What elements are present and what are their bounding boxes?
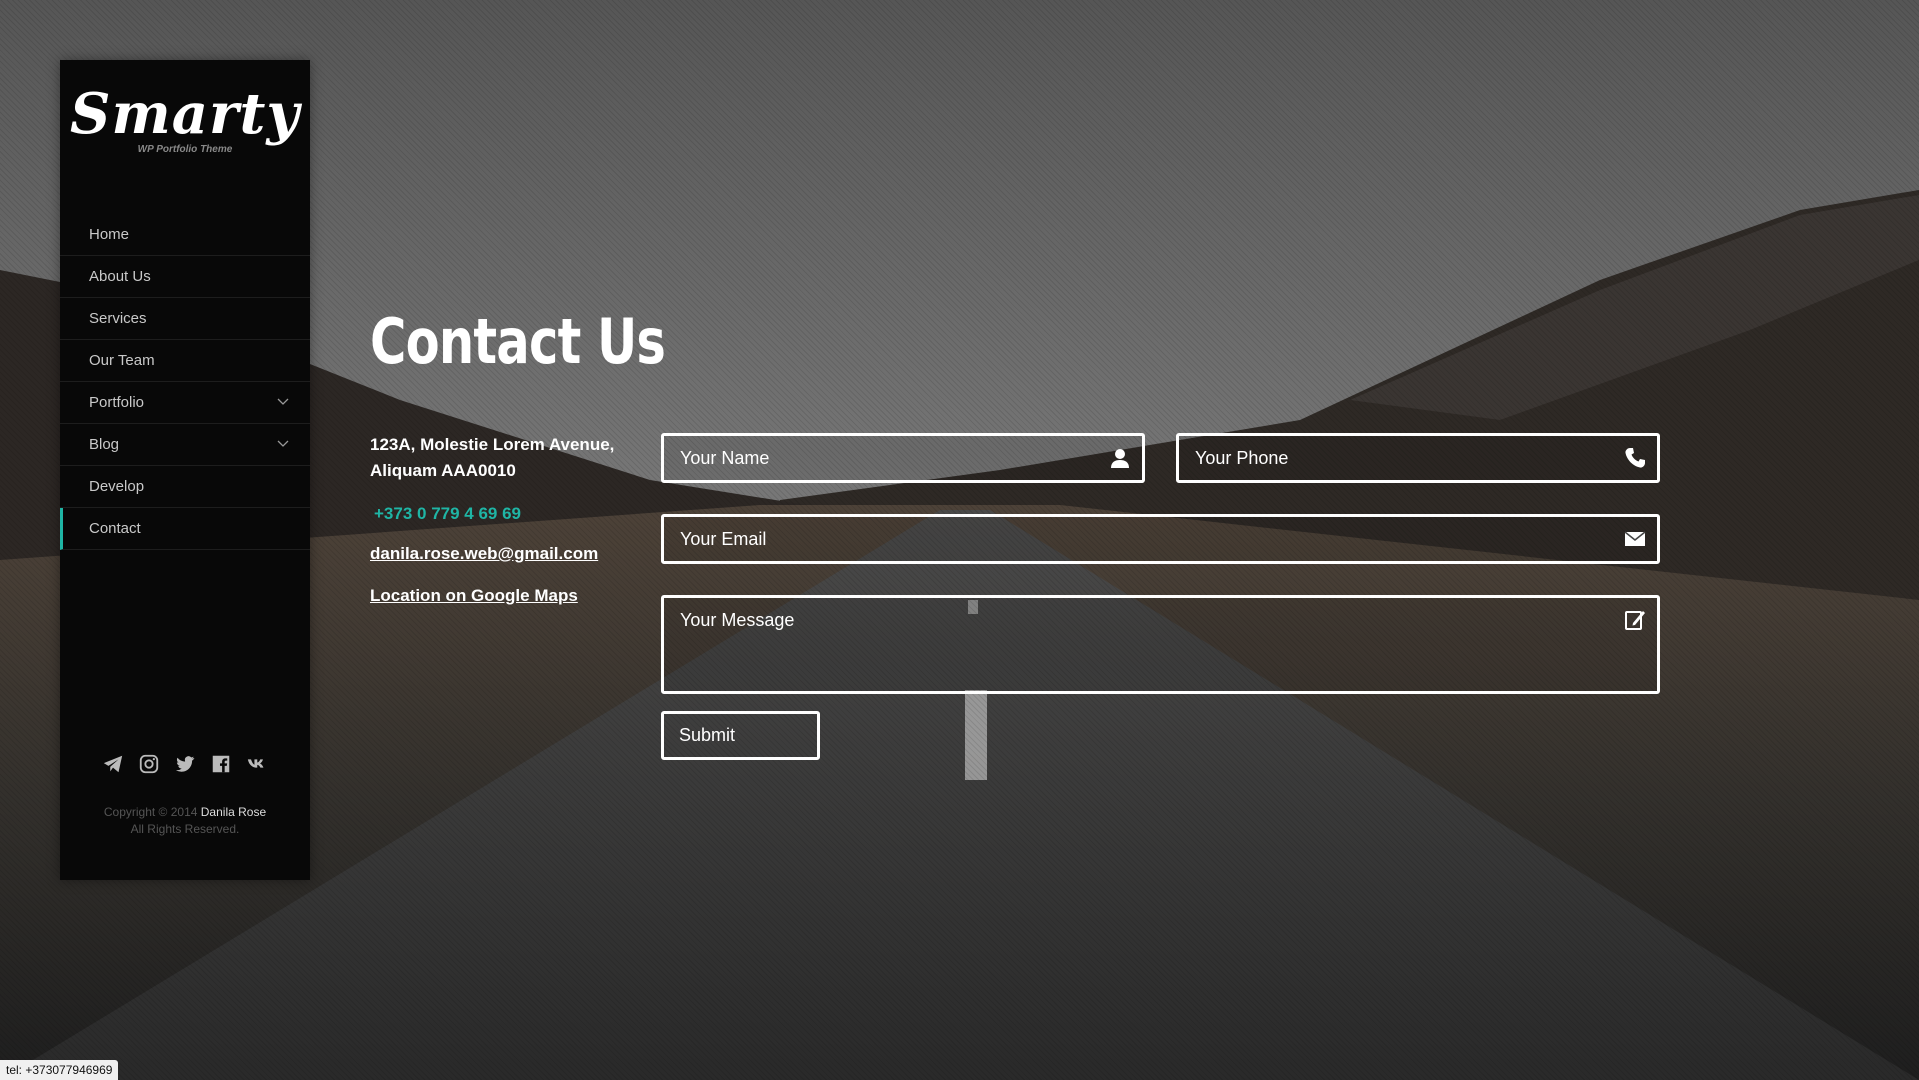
email-input[interactable] (664, 517, 1657, 561)
envelope-icon (1623, 527, 1647, 551)
email-field-wrapper (661, 514, 1660, 564)
name-field-wrapper (661, 433, 1145, 483)
google-maps-link[interactable]: Location on Google Maps (370, 586, 630, 606)
phone-field-wrapper (1176, 433, 1660, 483)
phone-icon (1623, 446, 1647, 470)
submit-button[interactable]: Submit (661, 711, 820, 760)
message-textarea[interactable] (664, 598, 1657, 690)
name-input[interactable] (664, 436, 1142, 480)
contact-info: 123A, Molestie Lorem Avenue, Aliquam AAA… (370, 432, 630, 606)
phone-link[interactable]: +373 0 779 4 69 69 (374, 504, 630, 524)
edit-note-icon (1623, 608, 1647, 632)
address-line-1: 123A, Molestie Lorem Avenue, (370, 435, 615, 454)
page-title: Contact Us (370, 305, 666, 378)
phone-input[interactable] (1179, 436, 1657, 480)
contact-section: Contact Us 123A, Molestie Lorem Avenue, … (0, 0, 1919, 1080)
email-link[interactable]: danila.rose.web@gmail.com (370, 544, 630, 564)
user-icon (1108, 446, 1132, 470)
address-line-2: Aliquam AAA0010 (370, 461, 516, 480)
browser-status-bar: tel: +373077946969 (0, 1060, 119, 1080)
address: 123A, Molestie Lorem Avenue, Aliquam AAA… (370, 432, 630, 484)
message-field-wrapper (661, 595, 1660, 694)
